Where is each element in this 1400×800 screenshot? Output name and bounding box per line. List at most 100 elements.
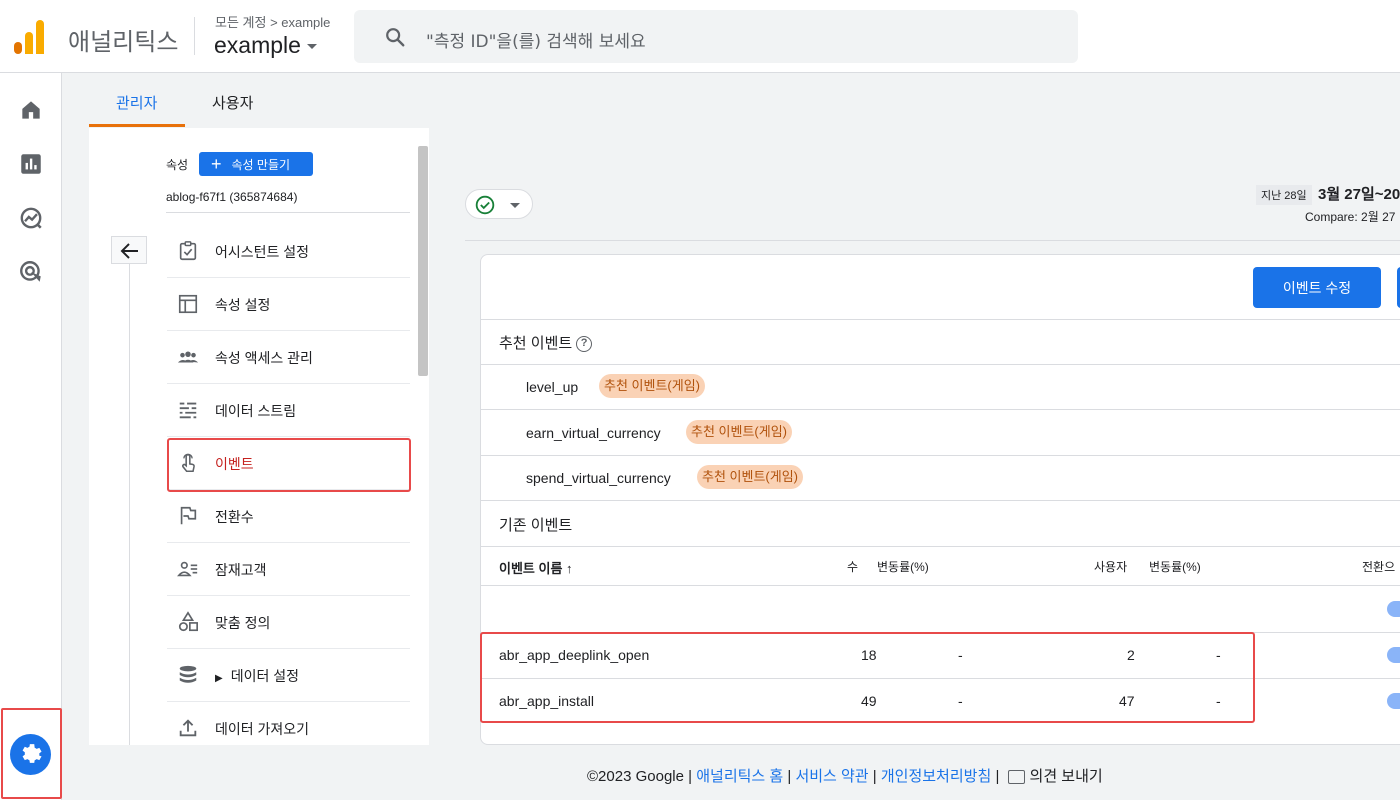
chevron-down-icon xyxy=(510,203,520,208)
create-property-label: 속성 만들기 xyxy=(231,157,291,172)
arrow-left-icon xyxy=(120,243,138,259)
recommended-tag: 추천 이벤트(게임) xyxy=(697,465,803,489)
divider xyxy=(481,585,1400,586)
menu-item-conversions[interactable]: 전환수 xyxy=(167,490,410,543)
column-label: 이벤트 이름 xyxy=(499,561,563,576)
column-header-users[interactable]: 사용자 xyxy=(1094,558,1127,575)
layout-icon xyxy=(178,294,198,314)
feedback-icon[interactable] xyxy=(1007,770,1025,785)
menu-item-label: 데이터 스트림 xyxy=(215,403,297,419)
menu-item-custom-definitions[interactable]: 맞춤 정의 xyxy=(167,596,410,649)
left-nav-rail xyxy=(0,73,62,800)
footer-separator: | xyxy=(787,768,792,785)
create-property-button[interactable]: + 속성 만들기 xyxy=(199,152,313,176)
compare-range: Compare: 2월 27 xyxy=(1305,210,1396,224)
menu-item-access[interactable]: 속성 액세스 관리 xyxy=(167,331,410,384)
streams-icon xyxy=(179,401,197,420)
menu-item-label: ▶ 데이터 설정 xyxy=(215,666,299,686)
edit-event-button[interactable]: 이벤트 수정 xyxy=(1253,267,1381,308)
menu-item-label: 어시스턴트 설정 xyxy=(215,244,310,260)
property-panel: 속성 + 속성 만들기 ablog-f67f1 (365874684) 어시스턴트… xyxy=(89,128,429,745)
feedback-link[interactable]: 의견 보내기 xyxy=(1030,768,1103,785)
page-footer: ©2023 Google | 애널리틱스 홈 | 서비스 약관 | 개인정보처리… xyxy=(587,765,1103,786)
menu-item-text: 데이터 설정 xyxy=(230,668,299,684)
menu-item-data-settings[interactable]: ▶ 데이터 설정 xyxy=(167,649,410,702)
property-id[interactable]: ablog-f67f1 (365874684) xyxy=(166,190,297,204)
analytics-logo-icon[interactable] xyxy=(14,18,48,54)
caret-right-icon: ▶ xyxy=(215,673,223,684)
plus-icon: + xyxy=(211,154,222,174)
breadcrumb[interactable]: 모든 계정 > example xyxy=(215,12,330,31)
recommended-event-name: spend_virtual_currency xyxy=(526,470,671,486)
advertising-icon[interactable] xyxy=(18,259,44,285)
recommended-tag: 추천 이벤트(게임) xyxy=(686,420,792,444)
menu-item-label: 잠재고객 xyxy=(215,562,267,578)
column-header-event-name[interactable]: 이벤트 이름 ↑ xyxy=(499,558,573,577)
menu-item-label: 맞춤 정의 xyxy=(215,615,271,631)
column-header-count-change[interactable]: 변동률(%) xyxy=(877,558,929,575)
search-bar[interactable]: "측정 ID"을(를) 검색해 보세요 xyxy=(354,10,1078,63)
upload-icon xyxy=(179,719,197,737)
divider xyxy=(481,409,1400,410)
divider xyxy=(481,364,1400,365)
shapes-icon xyxy=(178,611,198,632)
explore-icon[interactable] xyxy=(18,205,44,231)
divider xyxy=(481,500,1400,501)
footer-link-home[interactable]: 애널리틱스 홈 xyxy=(696,768,783,785)
section-title-text: 추천 이벤트 xyxy=(499,335,573,352)
tab-user[interactable]: 사용자 xyxy=(212,92,253,113)
date-preset-badge[interactable]: 지난 28일 xyxy=(1256,185,1312,205)
conversion-toggle[interactable] xyxy=(1387,693,1400,709)
data-status-dropdown[interactable] xyxy=(465,189,533,219)
recommended-event-name: level_up xyxy=(526,379,579,395)
divider xyxy=(481,546,1400,547)
flag-icon xyxy=(180,506,197,525)
conversion-toggle[interactable] xyxy=(1387,601,1400,617)
footer-link-terms[interactable]: 서비스 약관 xyxy=(795,768,868,785)
database-icon xyxy=(179,665,197,683)
menu-item-audiences[interactable]: 잠재고객 xyxy=(167,543,410,596)
footer-link-privacy[interactable]: 개인정보처리방침 xyxy=(881,768,991,785)
existing-events-title: 기존 이벤트 xyxy=(499,517,573,534)
search-input[interactable]: "측정 ID"을(를) 검색해 보세요 xyxy=(426,27,646,52)
column-header-users-change[interactable]: 변동률(%) xyxy=(1149,558,1201,575)
reports-icon[interactable] xyxy=(18,151,44,177)
arrow-up-icon: ↑ xyxy=(566,561,573,576)
menu-item-assistant[interactable]: 어시스턴트 설정 xyxy=(167,225,410,278)
admin-settings-button[interactable] xyxy=(10,734,51,775)
footer-separator: | xyxy=(872,768,877,785)
panel-scrollbar[interactable] xyxy=(418,146,428,376)
brand-name: 애널리틱스 xyxy=(68,28,179,56)
footer-separator: | xyxy=(995,768,1000,785)
conversion-toggle[interactable] xyxy=(1387,647,1400,663)
column-header-count[interactable]: 수 xyxy=(847,558,858,575)
header-divider xyxy=(194,17,195,55)
search-icon xyxy=(386,28,405,47)
recommended-events-title: 추천 이벤트? xyxy=(499,332,593,353)
chevron-down-icon xyxy=(306,44,317,50)
column-header-conversion[interactable]: 전환으 xyxy=(1362,558,1395,575)
divider xyxy=(166,212,410,213)
property-label: 속성 xyxy=(166,158,189,172)
rows-highlight xyxy=(480,632,1255,723)
menu-item-property-settings[interactable]: 속성 설정 xyxy=(167,278,410,331)
recommended-tag: 추천 이벤트(게임) xyxy=(599,374,705,398)
events-highlight xyxy=(167,438,411,492)
divider xyxy=(481,319,1400,320)
tab-admin[interactable]: 관리자 xyxy=(116,92,157,113)
menu-item-data-streams[interactable]: 데이터 스트림 xyxy=(167,384,410,437)
date-range[interactable]: 3월 27일~20 xyxy=(1318,183,1400,204)
home-icon[interactable] xyxy=(18,97,44,123)
menu-item-data-import[interactable]: 데이터 가져오기 xyxy=(167,702,410,745)
back-button[interactable] xyxy=(111,236,147,264)
top-header: 애널리틱스 모든 계정 > example example "측정 ID"을(를… xyxy=(0,0,1400,73)
account-selector[interactable]: example xyxy=(214,32,317,59)
divider xyxy=(481,455,1400,456)
menu-item-label: 전환수 xyxy=(215,509,254,525)
recommended-event-name: earn_virtual_currency xyxy=(526,425,661,441)
footer-separator: | xyxy=(688,768,693,785)
tree-line xyxy=(129,264,130,745)
menu-item-label: 데이터 가져오기 xyxy=(215,721,310,737)
people-icon xyxy=(177,351,199,363)
help-icon[interactable]: ? xyxy=(576,336,593,353)
